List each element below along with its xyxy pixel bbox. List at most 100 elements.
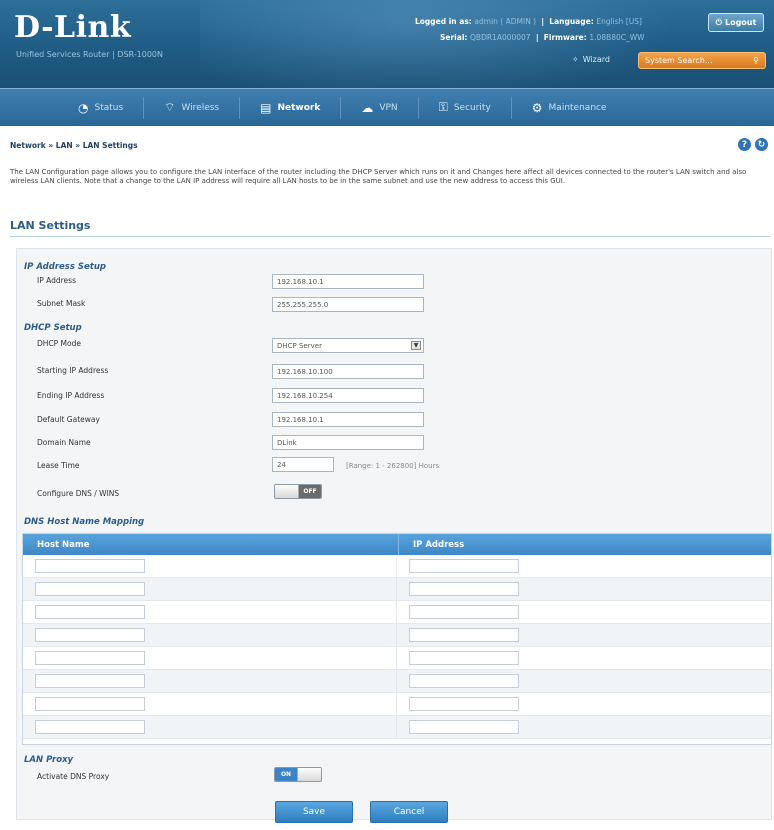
dlink-logo: D-Link xyxy=(14,10,132,45)
search-icon: ⚲ xyxy=(753,56,759,65)
language-select[interactable]: English [US] xyxy=(596,17,642,26)
ip-address-cell xyxy=(397,624,771,646)
page-description: The LAN Configuration page allows you to… xyxy=(10,168,747,185)
wizard-label: Wizard xyxy=(582,55,610,64)
ip-address-cell xyxy=(397,601,771,623)
dns-proxy-label: Activate DNS Proxy xyxy=(37,772,110,781)
host-name-input[interactable] xyxy=(35,720,145,734)
gateway-input[interactable]: 192.168.10.1 xyxy=(272,412,424,427)
table-row xyxy=(23,578,771,601)
lease-time-hint: [Range: 1 - 262800] Hours xyxy=(346,462,440,470)
tab-label: VPN xyxy=(379,102,398,113)
dns-host-table: Host Name IP Address xyxy=(22,533,772,745)
toggle-knob xyxy=(275,485,299,498)
table-row xyxy=(23,647,771,670)
toggle-state: OFF xyxy=(299,485,321,498)
host-name-cell xyxy=(23,555,397,577)
ip-address-label: IP Address xyxy=(37,276,76,285)
subnet-mask-input[interactable]: 255.255.255.0 xyxy=(272,297,424,312)
firmware-value: 1.08B80C_WW xyxy=(589,33,645,42)
table-row xyxy=(23,716,771,739)
cancel-button[interactable]: Cancel xyxy=(370,801,448,823)
host-name-input[interactable] xyxy=(35,582,145,596)
product-subtitle: Unified Services Router | DSR-1000N xyxy=(16,50,164,59)
host-name-input[interactable] xyxy=(35,674,145,688)
ip-address-input[interactable] xyxy=(409,651,519,665)
refresh-icon[interactable]: ↻ xyxy=(755,138,768,151)
cloud-icon: ☁ xyxy=(361,100,374,115)
ip-address-cell xyxy=(397,578,771,600)
ip-address-input[interactable]: 192.168.10.1 xyxy=(272,274,424,289)
dashboard-icon: ◔ xyxy=(78,100,89,115)
dns-proxy-toggle[interactable]: ON xyxy=(274,767,322,782)
host-name-input[interactable] xyxy=(35,605,145,619)
ip-address-input[interactable] xyxy=(409,559,519,573)
domain-name-input[interactable]: DLink xyxy=(272,435,424,450)
tab-status[interactable]: ◔ Status xyxy=(58,96,145,119)
dhcp-mode-value: DHCP Server xyxy=(277,342,322,350)
system-search-input[interactable]: System Search... ⚲ xyxy=(638,52,766,69)
lease-time-input[interactable]: 24 xyxy=(272,457,334,472)
table-header: Host Name IP Address xyxy=(23,534,771,555)
domain-name-label: Domain Name xyxy=(37,438,91,447)
dhcp-mode-select[interactable]: DHCP Server ▼ xyxy=(272,338,424,353)
wireless-icon: ⌔ xyxy=(164,100,176,114)
tab-label: Wireless xyxy=(181,102,220,113)
gear-icon: ⚙ xyxy=(531,100,543,115)
ip-address-input[interactable] xyxy=(409,697,519,711)
tab-wireless[interactable]: ⌔ Wireless xyxy=(144,96,241,119)
host-name-input[interactable] xyxy=(35,559,145,573)
dns-wins-toggle[interactable]: OFF xyxy=(274,484,322,499)
ip-address-input[interactable] xyxy=(409,582,519,596)
table-row xyxy=(23,555,771,578)
host-name-cell xyxy=(23,624,397,646)
dns-mapping-title: DNS Host Name Mapping xyxy=(24,517,145,527)
network-icon: ▤ xyxy=(260,100,272,115)
system-search-placeholder: System Search... xyxy=(645,56,713,65)
tab-network[interactable]: ▤ Network xyxy=(240,96,342,119)
host-name-cell xyxy=(23,670,397,692)
table-row xyxy=(23,601,771,624)
ip-address-cell xyxy=(397,693,771,715)
ip-address-input[interactable] xyxy=(409,720,519,734)
wizard-link[interactable]: ✧ Wizard xyxy=(572,55,610,64)
ip-address-input[interactable] xyxy=(409,674,519,688)
logout-label: Logout xyxy=(724,18,757,27)
host-name-input[interactable] xyxy=(35,651,145,665)
table-row xyxy=(23,670,771,693)
language-label: Language: xyxy=(549,17,594,26)
host-name-cell xyxy=(23,716,397,738)
firmware-label: Firmware: xyxy=(543,33,587,42)
dhcp-mode-label: DHCP Mode xyxy=(37,339,81,348)
end-ip-input[interactable]: 192.168.10.254 xyxy=(272,388,424,403)
tab-label: Network xyxy=(277,102,321,113)
host-name-input[interactable] xyxy=(35,628,145,642)
start-ip-input[interactable]: 192.168.10.100 xyxy=(272,364,424,379)
gateway-label: Default Gateway xyxy=(37,415,100,424)
host-name-input[interactable] xyxy=(35,697,145,711)
ip-address-input[interactable] xyxy=(409,628,519,642)
ip-address-cell xyxy=(397,670,771,692)
page-title: LAN Settings xyxy=(10,219,91,232)
host-name-cell xyxy=(23,647,397,669)
chevron-down-icon: ▼ xyxy=(411,341,421,350)
logged-in-value: admin ( ADMIN ) xyxy=(474,17,537,26)
ip-address-cell xyxy=(397,716,771,738)
main-nav: ◔ Status ⌔ Wireless ▤ Network ☁ VPN ⚿ Se… xyxy=(0,88,774,126)
tab-label: Maintenance xyxy=(548,102,607,113)
ip-address-cell xyxy=(397,555,771,577)
top-header: D-Link Unified Services Router | DSR-100… xyxy=(0,0,774,88)
save-button[interactable]: Save xyxy=(275,801,353,823)
table-body xyxy=(23,555,771,739)
host-name-cell xyxy=(23,693,397,715)
host-name-cell xyxy=(23,578,397,600)
logout-button[interactable]: ⏻ Logout xyxy=(708,13,764,32)
tab-label: Status xyxy=(94,102,124,113)
host-name-cell xyxy=(23,601,397,623)
help-icon[interactable]: ? xyxy=(738,138,751,151)
tab-vpn[interactable]: ☁ VPN xyxy=(341,96,419,119)
tab-maintenance[interactable]: ⚙ Maintenance xyxy=(512,97,627,119)
ip-address-input[interactable] xyxy=(409,605,519,619)
tab-security[interactable]: ⚿ Security xyxy=(419,96,512,119)
serial-value: QBDR1A000007 xyxy=(470,33,531,42)
